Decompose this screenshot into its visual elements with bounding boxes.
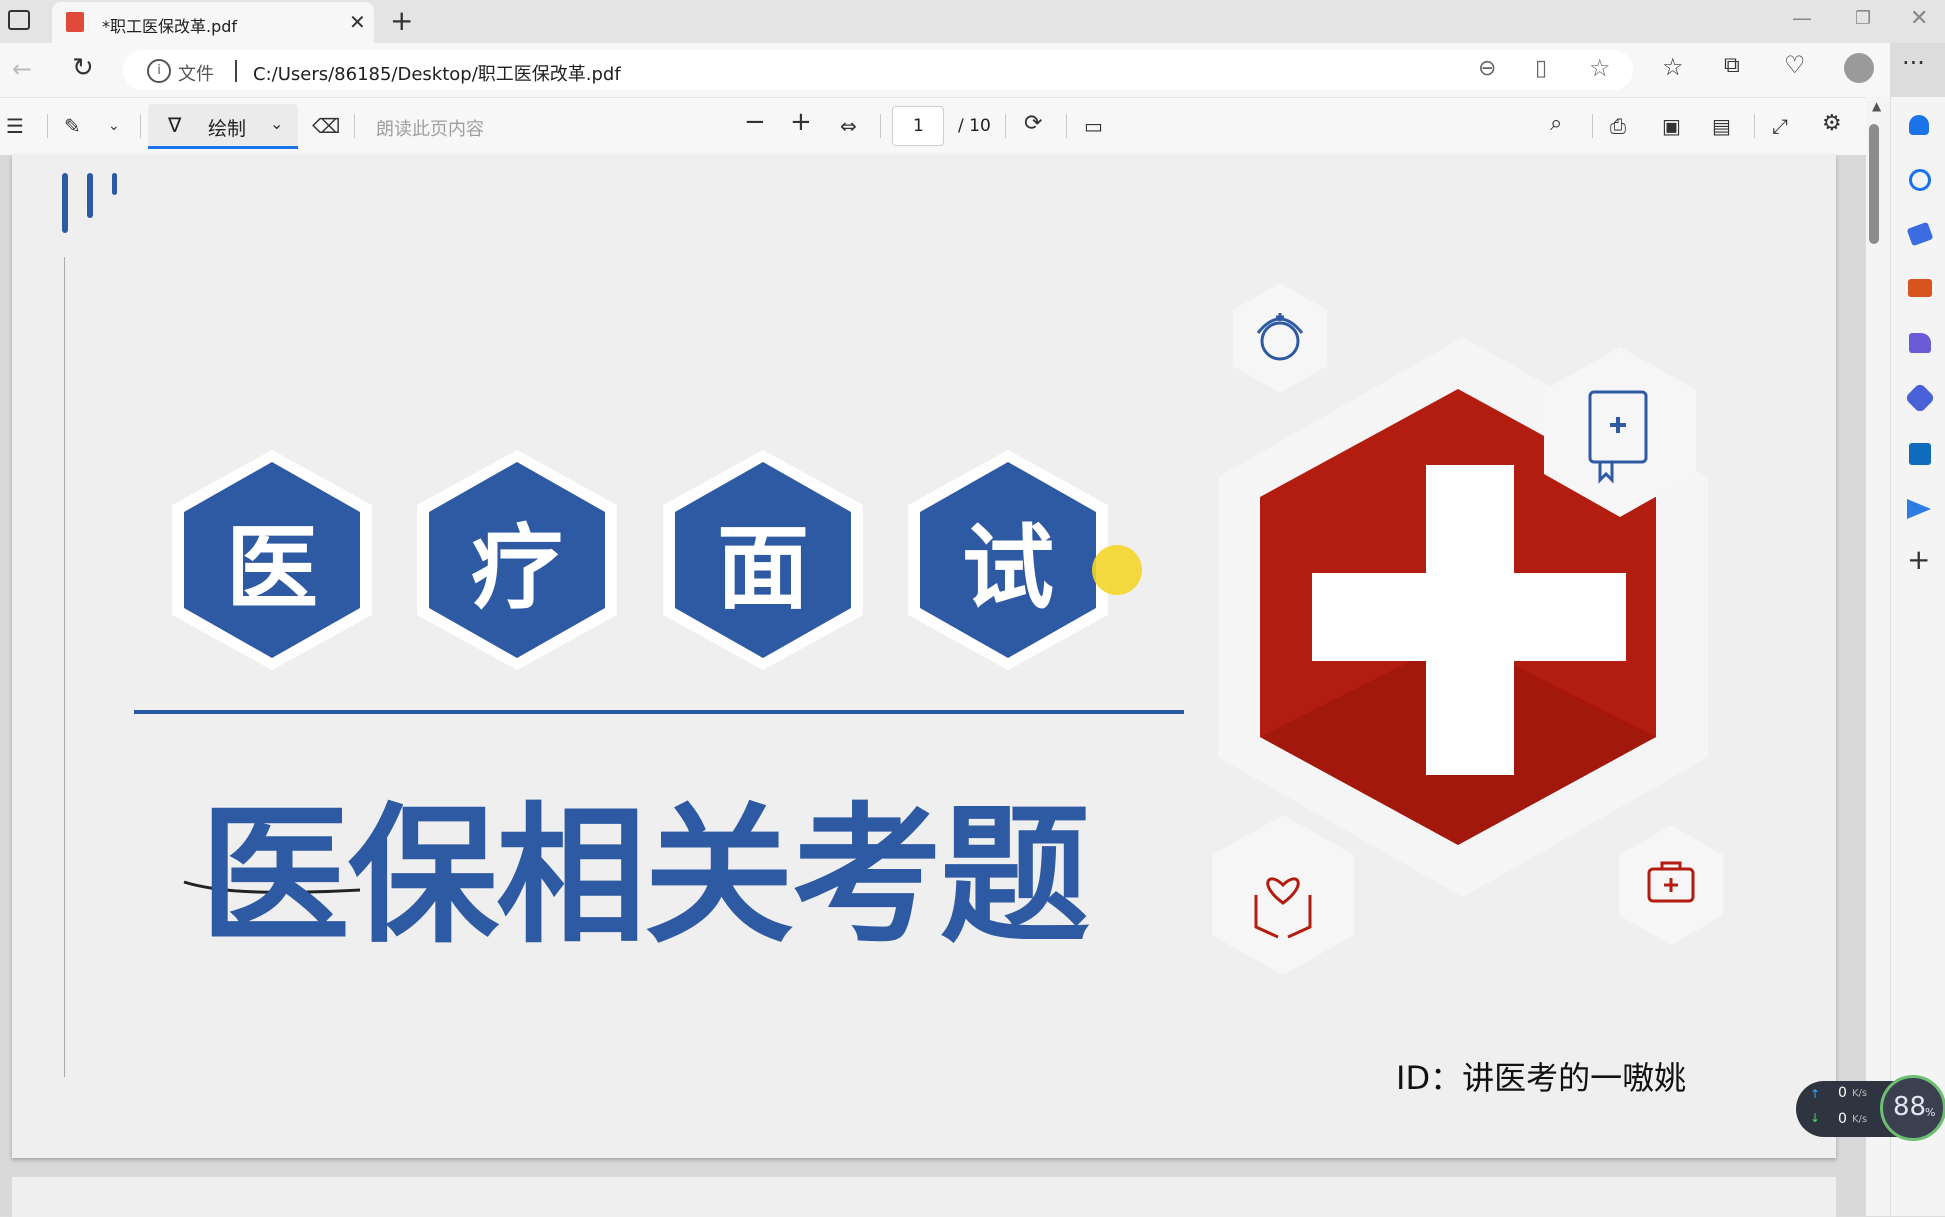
tab-actions-icon[interactable] <box>8 10 30 30</box>
notification-bell-icon[interactable] <box>1909 115 1929 135</box>
pdf-toolbar: ☰ ✎ ⌄ ∇ 绘制 ⌄ ⌫ 朗读此页内容 − + ⇔ 1 / 10 ⟳ ▭ ⌕… <box>0 97 1870 156</box>
read-aloud-button[interactable]: 朗读此页内容 <box>376 115 484 141</box>
scrollbar-thumb[interactable] <box>1869 124 1879 244</box>
zoom-out-icon[interactable]: ⊖ <box>1478 56 1496 81</box>
upload-speed: 0 <box>1838 1085 1847 1101</box>
pdf-page-next <box>12 1177 1836 1217</box>
eraser-icon[interactable]: ⌫ <box>312 116 340 136</box>
save-as-icon[interactable]: ▤ <box>1712 116 1731 136</box>
draw-button[interactable]: ∇ 绘制 ⌄ <box>148 104 298 149</box>
pdf-icon <box>66 12 84 32</box>
print-icon[interactable]: ⎙ <box>1610 116 1626 136</box>
download-unit: K/s <box>1852 1114 1868 1125</box>
usage-percent: 88 <box>1893 1092 1927 1122</box>
performance-icon[interactable]: ♡ <box>1784 51 1806 79</box>
page-view-icon[interactable]: ▭ <box>1084 116 1103 136</box>
url-text[interactable]: C:/Users/86185/Desktop/职工医保改革.pdf <box>253 60 621 86</box>
left-margin-line <box>64 257 65 1077</box>
title-divider-line <box>134 710 1184 714</box>
chevron-down-icon[interactable]: ⌄ <box>108 116 120 136</box>
minimize-icon[interactable]: — <box>1792 6 1812 30</box>
page-total: / 10 <box>958 116 991 136</box>
office-icon[interactable] <box>1904 382 1936 414</box>
toolbar-divider <box>880 114 881 138</box>
hex-letter-1: 医 <box>225 514 318 622</box>
hex-title-2: 疗 <box>417 450 617 670</box>
toolbar-divider <box>1066 114 1067 138</box>
download-speed: 0 <box>1838 1111 1847 1127</box>
settings-icon[interactable]: ⚙ <box>1822 113 1842 135</box>
toolbar-divider <box>1592 114 1593 138</box>
toolbar-divider <box>1754 114 1755 138</box>
split-screen-icon[interactable]: ▯ <box>1535 56 1547 81</box>
search-icon[interactable]: ⌕ <box>1550 113 1562 135</box>
nurse-icon <box>1233 283 1327 393</box>
network-speed-widget: ↑ 0 K/s ↓ 0 K/s 88 % <box>1796 1075 1945 1141</box>
new-tab-icon[interactable]: + <box>390 4 413 37</box>
more-menu-icon[interactable]: ··· <box>1902 49 1925 77</box>
hex-title-1: 医 <box>172 450 372 670</box>
draw-pen-icon: ∇ <box>168 113 182 137</box>
hex-letter-3: 面 <box>716 514 809 622</box>
toolbar-divider <box>354 114 355 138</box>
medical-book-icon <box>1544 347 1696 517</box>
scroll-up-icon[interactable]: ▲ <box>1872 99 1881 113</box>
highlight-icon[interactable]: ✎ <box>64 116 81 136</box>
zoom-in-icon[interactable]: + <box>790 109 812 135</box>
games-icon[interactable] <box>1909 333 1931 353</box>
close-tab-icon[interactable]: ✕ <box>349 10 366 34</box>
tools-icon[interactable] <box>1908 279 1932 297</box>
edge-sidebar: + <box>1890 97 1945 1216</box>
collections-icon[interactable]: ☆ <box>1662 53 1684 81</box>
first-aid-kit-icon <box>1619 825 1723 945</box>
toolbar-divider <box>140 114 141 138</box>
caring-hands-icon <box>1212 815 1354 975</box>
cursor-highlight <box>1092 545 1142 595</box>
info-icon[interactable]: i <box>147 59 171 83</box>
close-window-icon[interactable]: ✕ <box>1910 6 1928 31</box>
author-id-text: ID：讲医考的一嗷姚 <box>1396 1059 1687 1097</box>
favorites-icon[interactable]: ⧉ <box>1724 53 1740 78</box>
restore-icon[interactable]: ❐ <box>1855 8 1871 29</box>
save-icon[interactable]: ▣ <box>1662 116 1681 136</box>
draw-label: 绘制 <box>208 118 247 140</box>
upload-unit: K/s <box>1852 1088 1868 1099</box>
tab-active[interactable]: *职工医保改革.pdf ✕ <box>52 2 374 43</box>
page-number-input[interactable]: 1 <box>892 106 944 146</box>
pdf-page: 医 疗 面 试 医保相关考题 ID：讲医考的一嗷姚 <box>12 155 1836 1158</box>
tab-title: *职工医保改革.pdf <box>102 17 238 36</box>
usage-gauge: 88 % <box>1880 1075 1945 1141</box>
fullscreen-icon[interactable]: ⤢ <box>1772 116 1788 136</box>
rotate-icon[interactable]: ⟳ <box>1024 113 1042 135</box>
refresh-icon[interactable]: ↻ <box>72 53 94 83</box>
usage-percent-unit: % <box>1925 1106 1936 1119</box>
contents-icon[interactable]: ☰ <box>6 116 24 136</box>
add-icon[interactable]: + <box>1907 543 1930 576</box>
search-icon[interactable] <box>1909 169 1931 191</box>
hex-title-3: 面 <box>663 450 863 670</box>
zoom-out-icon[interactable]: − <box>744 109 766 135</box>
hex-letter-2: 疗 <box>470 514 563 622</box>
toolbar-divider <box>1005 114 1006 138</box>
tab-strip: *职工医保改革.pdf ✕ + — ❐ ✕ <box>0 0 1945 43</box>
send-icon[interactable] <box>1907 499 1931 519</box>
url-bar[interactable]: i 文件 C:/Users/86185/Desktop/职工医保改革.pdf ⊖… <box>123 50 1633 90</box>
avatar[interactable] <box>1844 53 1874 83</box>
page-number: 1 <box>913 116 924 136</box>
vertical-scrollbar[interactable]: ▲ <box>1866 97 1890 1216</box>
favorite-star-icon[interactable]: ☆ <box>1589 54 1611 82</box>
fit-width-icon[interactable]: ⇔ <box>840 116 857 136</box>
download-arrow-icon: ↓ <box>1810 1111 1821 1125</box>
file-label: 文件 <box>178 64 214 85</box>
hex-letter-4: 试 <box>961 514 1054 622</box>
main-title: 医保相关考题 <box>200 790 1090 964</box>
url-divider <box>235 60 237 82</box>
hex-title-4: 试 <box>908 450 1108 670</box>
back-icon[interactable]: ← <box>12 55 32 83</box>
toolbar-divider <box>47 114 48 138</box>
outlook-icon[interactable] <box>1909 443 1931 465</box>
shopping-tag-icon[interactable] <box>1906 221 1934 247</box>
upload-arrow-icon: ↑ <box>1810 1087 1821 1101</box>
chevron-down-icon[interactable]: ⌄ <box>270 114 283 133</box>
